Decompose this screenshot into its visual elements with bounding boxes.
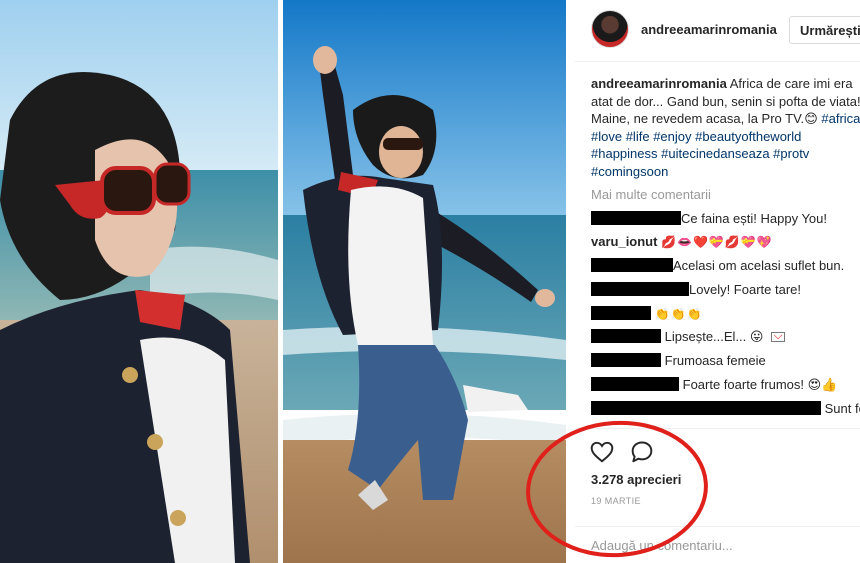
load-more-comments[interactable]: Mai multe comentarii (591, 186, 860, 204)
hashtag[interactable]: #beautyoftheworld (695, 129, 801, 144)
comment-username[interactable]: varu_ionut (591, 234, 657, 249)
comment-text: Ce faina ești! Happy You! (681, 210, 827, 226)
comment-row: varu_ionut 💋👄❤️💝💋💝💖 (591, 233, 860, 257)
selfie-image (0, 0, 278, 563)
comment-thread: andreeamarinromania Africa de care imi e… (591, 75, 860, 427)
comment-row: Frumoasa femeie (591, 352, 860, 376)
follow-button[interactable]: Urmărești (789, 16, 860, 44)
photo-selfie[interactable] (0, 0, 278, 563)
redacted-username (591, 281, 689, 296)
post-media (0, 0, 566, 563)
comment-text: Lipsește...El... 😛 (664, 329, 764, 345)
hashtag[interactable]: #protv (773, 146, 809, 161)
comment-row: Sunt foarte bine si nu imi lipseste nimi… (591, 400, 860, 424)
envelope-icon (771, 332, 786, 343)
add-comment-bar (575, 526, 860, 563)
jump-image (283, 0, 566, 563)
photo-jump[interactable] (283, 0, 566, 563)
hashtag[interactable]: #comingsoon (591, 164, 668, 179)
caption-username[interactable]: andreeamarinromania (591, 76, 727, 91)
hashtag[interactable]: #uitecinedanseaza (661, 146, 769, 161)
comment-row: Lovely! Foarte tare! (591, 281, 860, 305)
comment-row: 👏👏👏 (591, 305, 860, 329)
post-date: 19 MARTIE (591, 496, 641, 506)
hashtag[interactable]: #happiness (591, 146, 658, 161)
comment-text: Sunt foarte bine si nu imi lipseste nimi… (824, 400, 860, 416)
comment-input[interactable] (591, 533, 851, 557)
post-header: andreeamarinromania Urmărești (575, 0, 860, 62)
heart-outline-icon[interactable] (589, 439, 615, 465)
smile-emoji-icon: 😊 (804, 111, 818, 126)
hashtag[interactable]: #life (626, 129, 650, 144)
comment-row: Ce faina ești! Happy You! (591, 210, 860, 234)
comment-text: Foarte foarte frumos! 😍👍 (682, 377, 838, 393)
redacted-username (591, 210, 681, 225)
hashtag[interactable]: #africa (821, 111, 860, 126)
speech-bubble-icon[interactable] (629, 439, 655, 465)
comment-text: Acelasi om acelasi suflet bun. (673, 258, 845, 274)
comment-text: Frumoasa femeie (664, 353, 766, 369)
redacted-username (591, 329, 661, 344)
comment-text: Lovely! Foarte tare! (689, 281, 801, 297)
clapping-emoji-text: 👏👏👏 (654, 306, 703, 321)
redacted-username (591, 258, 673, 273)
redacted-username (591, 377, 679, 392)
redacted-username (591, 400, 821, 415)
like-count[interactable]: 3.278 aprecieri (591, 472, 681, 487)
comment-emoji-text: 💋👄❤️💝💋💝💖 (661, 235, 773, 250)
redacted-username (591, 353, 661, 368)
comment-row: Acelasi om acelasi suflet bun. (591, 257, 860, 281)
redacted-username (591, 305, 651, 320)
avatar[interactable] (591, 10, 629, 48)
caption: andreeamarinromania Africa de care imi e… (591, 75, 860, 180)
comment-row: Lipsește...El... 😛 (591, 328, 860, 352)
header-username[interactable]: andreeamarinromania (641, 22, 777, 37)
hashtag[interactable]: #love (591, 129, 622, 144)
post-sidebar: andreeamarinromania Urmărești andreeamar… (575, 0, 860, 563)
hashtag[interactable]: #enjoy (653, 129, 691, 144)
comment-row: Foarte foarte frumos! 😍👍 (591, 376, 860, 400)
post-actions: 3.278 aprecieri 19 MARTIE (575, 428, 860, 563)
